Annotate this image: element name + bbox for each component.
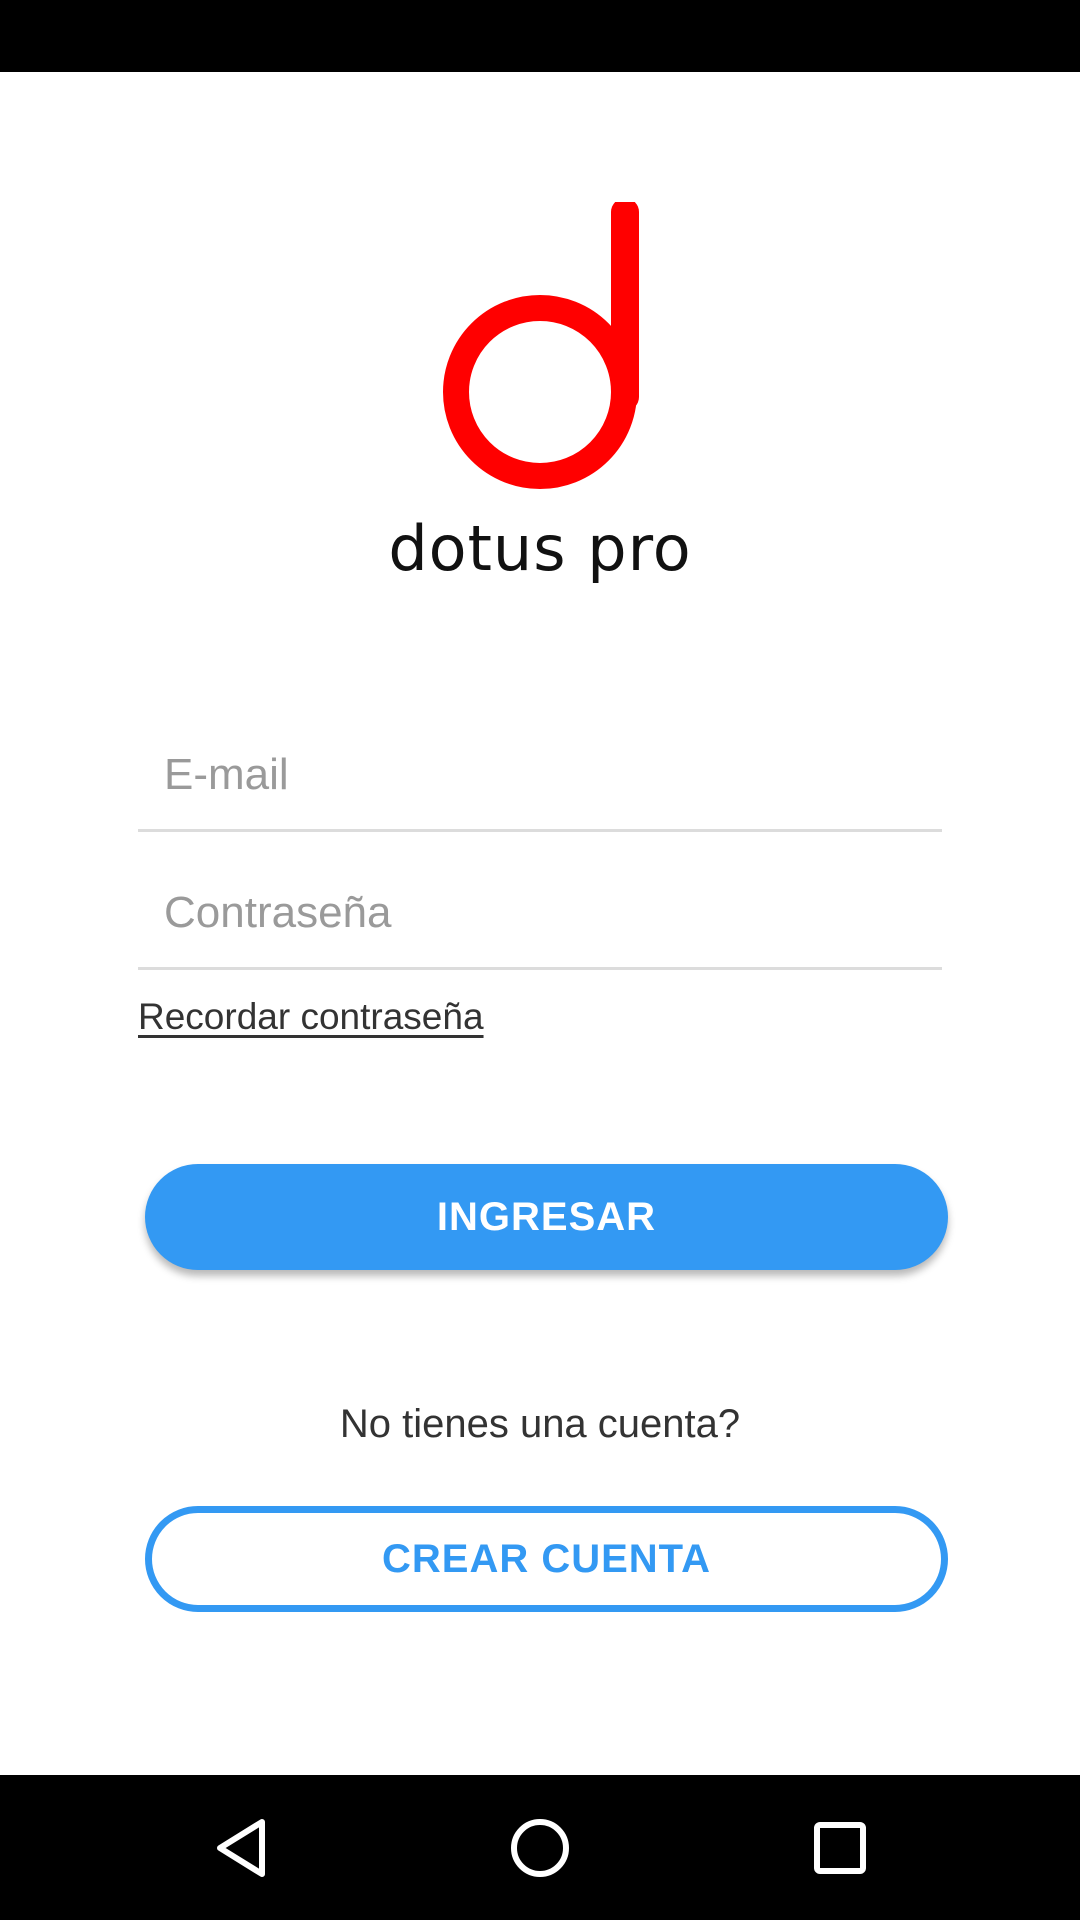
no-account-text: No tienes una cuenta? (339, 1402, 741, 1446)
password-field[interactable] (138, 850, 942, 970)
home-button[interactable] (460, 1775, 620, 1920)
home-circle-icon (511, 1818, 569, 1877)
password-input[interactable] (138, 873, 942, 953)
email-field[interactable] (138, 712, 942, 832)
dotus-logo-icon (443, 202, 639, 489)
login-screen: dotus pro Recordar contraseña INGRESAR N… (0, 72, 1080, 1775)
create-account-button[interactable]: CREAR CUENTA (145, 1506, 948, 1612)
recent-apps-square-icon (814, 1821, 866, 1874)
forgot-password-link[interactable]: Recordar contraseña (138, 996, 484, 1038)
logo (0, 202, 1080, 492)
back-button[interactable] (160, 1775, 320, 1920)
brand-name: dotus pro (388, 512, 692, 585)
back-triangle-icon (217, 1818, 265, 1877)
navigation-bar (0, 1775, 1080, 1920)
login-button[interactable]: INGRESAR (145, 1164, 948, 1270)
recent-apps-button[interactable] (760, 1775, 920, 1920)
status-bar (0, 0, 1080, 72)
email-input[interactable] (138, 735, 942, 815)
